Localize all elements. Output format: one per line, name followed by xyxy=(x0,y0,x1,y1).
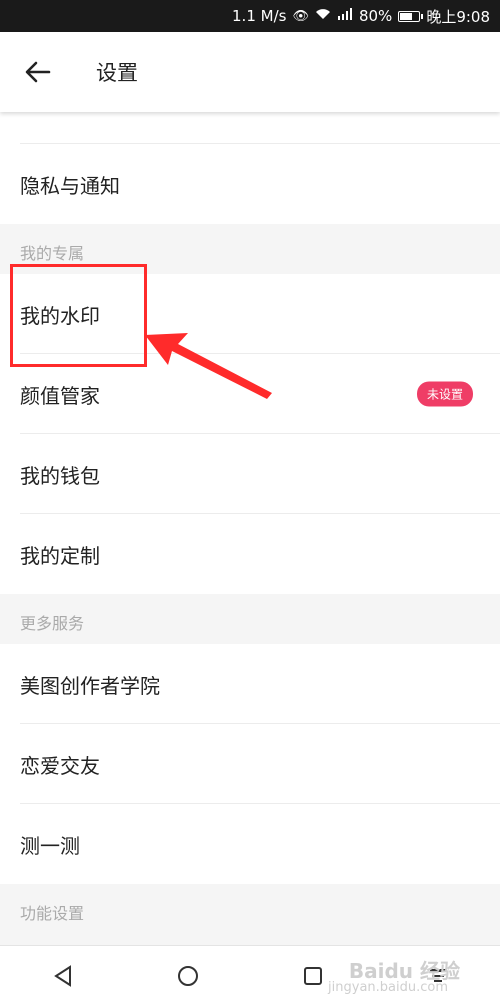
privacy-notification-item[interactable]: 隐私与通知 xyxy=(0,144,500,224)
app-bar: 设置 xyxy=(0,32,500,112)
page-title: 设置 xyxy=(96,61,138,85)
section-header-more: 更多服务 xyxy=(0,594,500,644)
test-label: 测一测 xyxy=(20,833,80,858)
eye-icon: 👁 xyxy=(292,8,309,24)
custom-label: 我的定制 xyxy=(20,543,100,568)
academy-label: 美图创作者学院 xyxy=(20,673,160,698)
beauty-label: 颜值管家 xyxy=(20,383,100,408)
privacy-label: 隐私与通知 xyxy=(20,173,120,198)
back-nav-icon[interactable] xyxy=(43,956,83,996)
dating-label: 恋爱交友 xyxy=(20,753,100,778)
clock: 晚上9:08 xyxy=(426,7,490,26)
test-item[interactable]: 测一测 xyxy=(0,804,500,884)
wallet-label: 我的钱包 xyxy=(20,463,100,488)
section-header-function: 功能设置 xyxy=(0,884,500,934)
home-nav-icon[interactable] xyxy=(168,956,208,996)
back-arrow-icon[interactable] xyxy=(20,54,56,90)
list-item-partial[interactable] xyxy=(0,112,500,144)
my-wallet-item[interactable]: 我的钱包 xyxy=(0,434,500,514)
watermark-url: jingyan.baidu.com xyxy=(328,980,448,995)
recents-nav-icon[interactable] xyxy=(293,956,333,996)
my-custom-item[interactable]: 我的定制 xyxy=(0,514,500,594)
red-arrow-icon xyxy=(145,333,272,399)
settings-list: 隐私与通知 我的专属 我的水印 颜值管家 未设置 我的钱包 我的定制 更多服务 … xyxy=(0,112,500,934)
battery-icon xyxy=(398,10,424,22)
battery-percent: 80% xyxy=(358,7,393,25)
highlight-box xyxy=(10,264,147,367)
status-badge: 未设置 xyxy=(416,381,473,407)
signal-icon xyxy=(337,8,353,24)
creator-academy-item[interactable]: 美图创作者学院 xyxy=(0,644,500,724)
wifi-icon xyxy=(315,8,331,24)
dating-item[interactable]: 恋爱交友 xyxy=(0,724,500,804)
network-speed: 1.1 M/s xyxy=(232,7,287,25)
status-bar: 1.1 M/s 👁 80% 晚上9:08 xyxy=(0,0,500,32)
